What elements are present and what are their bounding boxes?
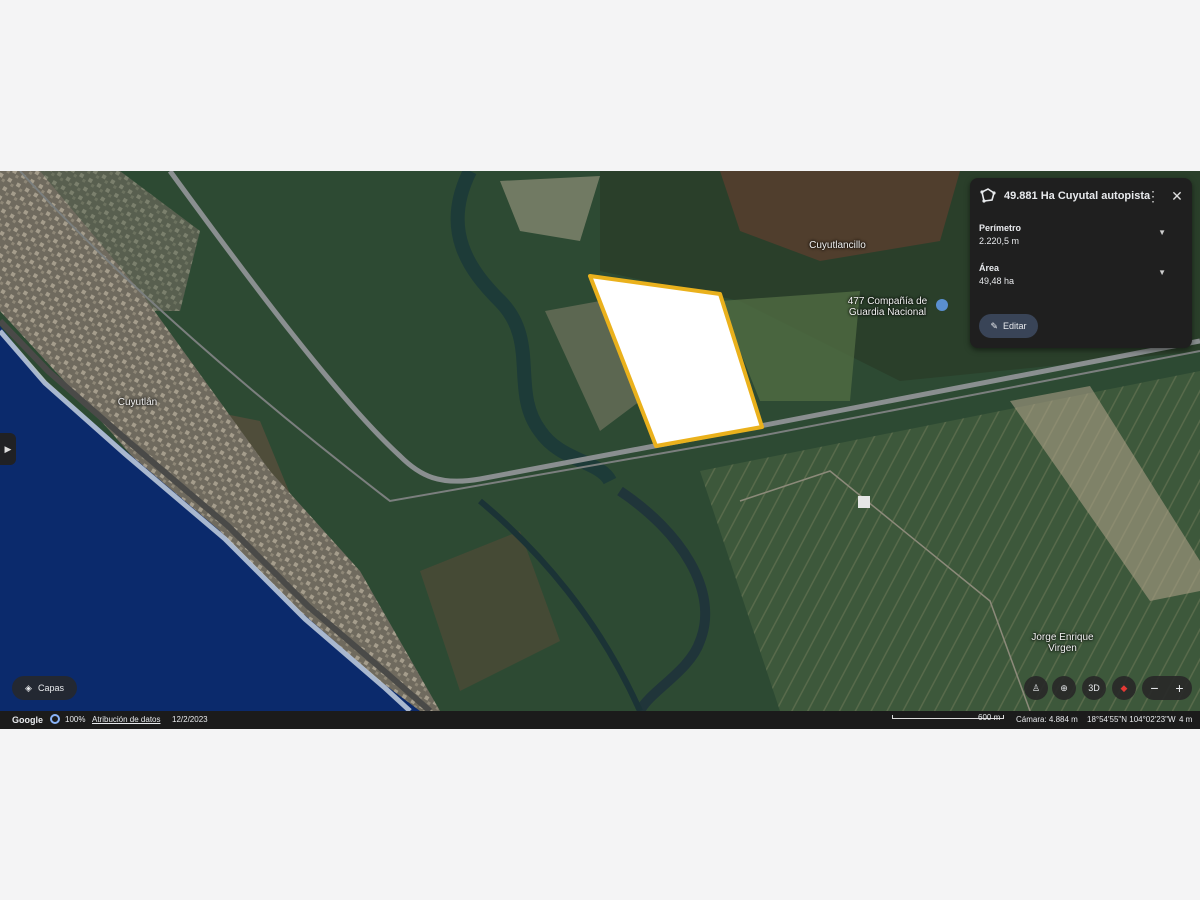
perimeter-label: Perímetro (979, 223, 1022, 233)
measurement-panel: 49.881 Ha Cuyutal autopista ⋮ ✕ Perímetr… (970, 178, 1192, 348)
place-label-cuyutlancillo: Cuyutlancillo (809, 240, 866, 251)
expand-panel-button[interactable]: ▶ (0, 433, 16, 465)
zoom-out-button[interactable]: − (1142, 676, 1167, 700)
panel-header: 49.881 Ha Cuyutal autopista ⋮ ✕ (970, 178, 1192, 216)
zoom-percent: 100% (65, 715, 86, 724)
compass-icon: ◆ (1120, 682, 1128, 693)
google-logo: Google (12, 715, 43, 725)
data-attribution-link[interactable]: Atribución de datos (92, 715, 161, 725)
chevron-down-icon[interactable]: ▼ (1158, 268, 1166, 277)
chevron-right-icon: ▶ (4, 443, 12, 454)
crosshair-icon: ⊕ (1060, 682, 1068, 693)
close-icon[interactable]: ✕ (1168, 187, 1186, 205)
place-label-guardia-nacional: 477 Compañía de Guardia Nacional (835, 296, 940, 318)
layers-button[interactable]: ◈ Capas (12, 676, 77, 700)
my-location-button[interactable]: ⊕ (1052, 676, 1076, 700)
place-label-line-2: Guardia Nacional (848, 307, 927, 318)
compass-button[interactable]: ◆ (1112, 676, 1136, 700)
place-label-cuyutlan: Cuyutlán (117, 397, 158, 408)
place-label-line-1: Jorge Enrique (1031, 632, 1094, 643)
zoom-controls: − + (1142, 676, 1192, 700)
zoom-in-button[interactable]: + (1167, 676, 1192, 700)
area-label: Área (979, 263, 1000, 273)
area-row[interactable]: Área 49,48 ha ▼ (979, 263, 1184, 293)
place-label-line-2: Virgen (1048, 643, 1077, 654)
area-value: 49,48 ha (979, 276, 1015, 286)
building (858, 496, 870, 508)
scale-label: 600 m (978, 713, 1001, 722)
perimeter-row[interactable]: Perímetro 2.220,5 m ▼ (979, 223, 1184, 253)
panel-title: 49.881 Ha Cuyutal autopista (1004, 190, 1151, 202)
edit-label: Editar (1003, 321, 1027, 331)
place-label-jorge-enrique-virgen: Jorge Enrique Virgen (1015, 632, 1110, 654)
imagery-date: 12/2/2023 (172, 715, 208, 724)
map-viewer[interactable]: Cuyutlancillo 477 Compañía de Guardia Nac… (0, 171, 1200, 729)
edit-button[interactable]: ✎ Editar (979, 314, 1038, 338)
chevron-down-icon[interactable]: ▼ (1158, 228, 1166, 237)
elevation: 4 m (1179, 715, 1193, 724)
polygon-icon (980, 188, 996, 203)
street-view-button[interactable]: ♙ (1024, 676, 1048, 700)
place-label-line-1: 477 Compañía de (847, 296, 928, 307)
more-options-icon[interactable]: ⋮ (1146, 187, 1160, 205)
pencil-icon: ✎ (990, 320, 999, 331)
layers-icon: ◈ (25, 682, 32, 693)
camera-altitude: Cámara: 4.884 m (1016, 715, 1078, 724)
loading-ring-icon (50, 714, 60, 724)
layers-label: Capas (37, 683, 64, 693)
pegman-icon: ♙ (1031, 682, 1041, 693)
perimeter-value: 2.220,5 m (979, 236, 1020, 246)
coordinates: 18°54'55"N 104°02'23"W (1087, 715, 1176, 724)
toggle-3d-button[interactable]: 3D (1082, 676, 1106, 700)
status-bar: Google 100% Atribución de datos 12/2/202… (0, 711, 1200, 729)
